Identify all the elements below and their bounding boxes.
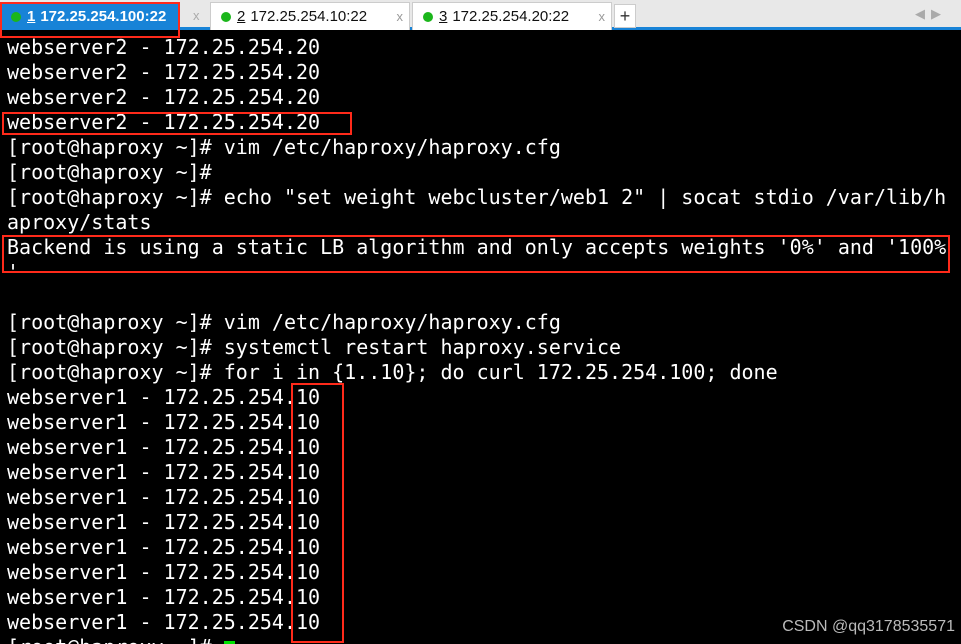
terminal-line: webserver1 - 172.25.254.10 bbox=[7, 560, 321, 584]
connected-status-icon bbox=[423, 11, 433, 22]
tab-session-3[interactable]: 3 172.25.254.20:22 x bbox=[412, 2, 612, 30]
terminal-line: [root@haproxy ~]# bbox=[7, 635, 235, 644]
terminal-line: [root@haproxy ~]# vim /etc/haproxy/hapro… bbox=[7, 310, 561, 334]
terminal-line: webserver1 - 172.25.254.10 bbox=[7, 585, 321, 609]
terminal-line: [root@haproxy ~]# for i in {1..10}; do c… bbox=[7, 360, 778, 384]
terminal-line: webserver2 - 172.25.254.20 bbox=[7, 35, 321, 59]
terminal-line: webserver2 - 172.25.254.20 bbox=[7, 85, 321, 109]
connected-status-icon bbox=[221, 11, 231, 22]
tab-scroll-arrows-icon[interactable]: ◀▶ bbox=[915, 6, 947, 22]
add-tab-button[interactable]: + bbox=[614, 4, 636, 28]
terminal-line: [root@haproxy ~]# vim /etc/haproxy/hapro… bbox=[7, 135, 561, 159]
highlight-box-webserver2 bbox=[2, 112, 352, 135]
terminal-line: aproxy/stats bbox=[7, 210, 152, 234]
terminal-line: webserver1 - 172.25.254.10 bbox=[7, 385, 321, 409]
terminal-line: [root@haproxy ~]# echo "set weight webcl… bbox=[7, 185, 947, 209]
tab-number: 2 bbox=[237, 8, 246, 25]
highlight-box-ip-suffix bbox=[291, 383, 344, 643]
tab-session-2[interactable]: 2 172.25.254.10:22 x bbox=[210, 2, 410, 30]
terminal-line: webserver1 - 172.25.254.10 bbox=[7, 460, 321, 484]
highlight-box-error-message bbox=[2, 235, 950, 273]
terminal-line: webserver1 - 172.25.254.10 bbox=[7, 535, 321, 559]
terminal-line: webserver1 - 172.25.254.10 bbox=[7, 485, 321, 509]
terminal-line: webserver1 - 172.25.254.10 bbox=[7, 510, 321, 534]
watermark: CSDN @qq3178535571 bbox=[782, 618, 955, 635]
close-tab-2-icon[interactable]: x bbox=[397, 9, 404, 24]
terminal-line: webserver1 - 172.25.254.10 bbox=[7, 610, 321, 634]
terminal-line: webserver2 - 172.25.254.20 bbox=[7, 60, 321, 84]
highlight-box-active-tab bbox=[0, 2, 180, 38]
close-tab-3-icon[interactable]: x bbox=[599, 9, 606, 24]
tab-number: 3 bbox=[439, 8, 448, 25]
close-tab-1-icon[interactable]: x bbox=[193, 8, 200, 23]
terminal-line: [root@haproxy ~]# bbox=[7, 160, 212, 184]
terminal-line: [root@haproxy ~]# systemctl restart hapr… bbox=[7, 335, 622, 359]
terminal-line: webserver1 - 172.25.254.10 bbox=[7, 435, 321, 459]
tab-label: 172.25.254.20:22 bbox=[452, 8, 570, 25]
terminal-cursor bbox=[223, 640, 235, 644]
terminal-line: webserver1 - 172.25.254.10 bbox=[7, 410, 321, 434]
tab-label: 172.25.254.10:22 bbox=[250, 8, 368, 25]
